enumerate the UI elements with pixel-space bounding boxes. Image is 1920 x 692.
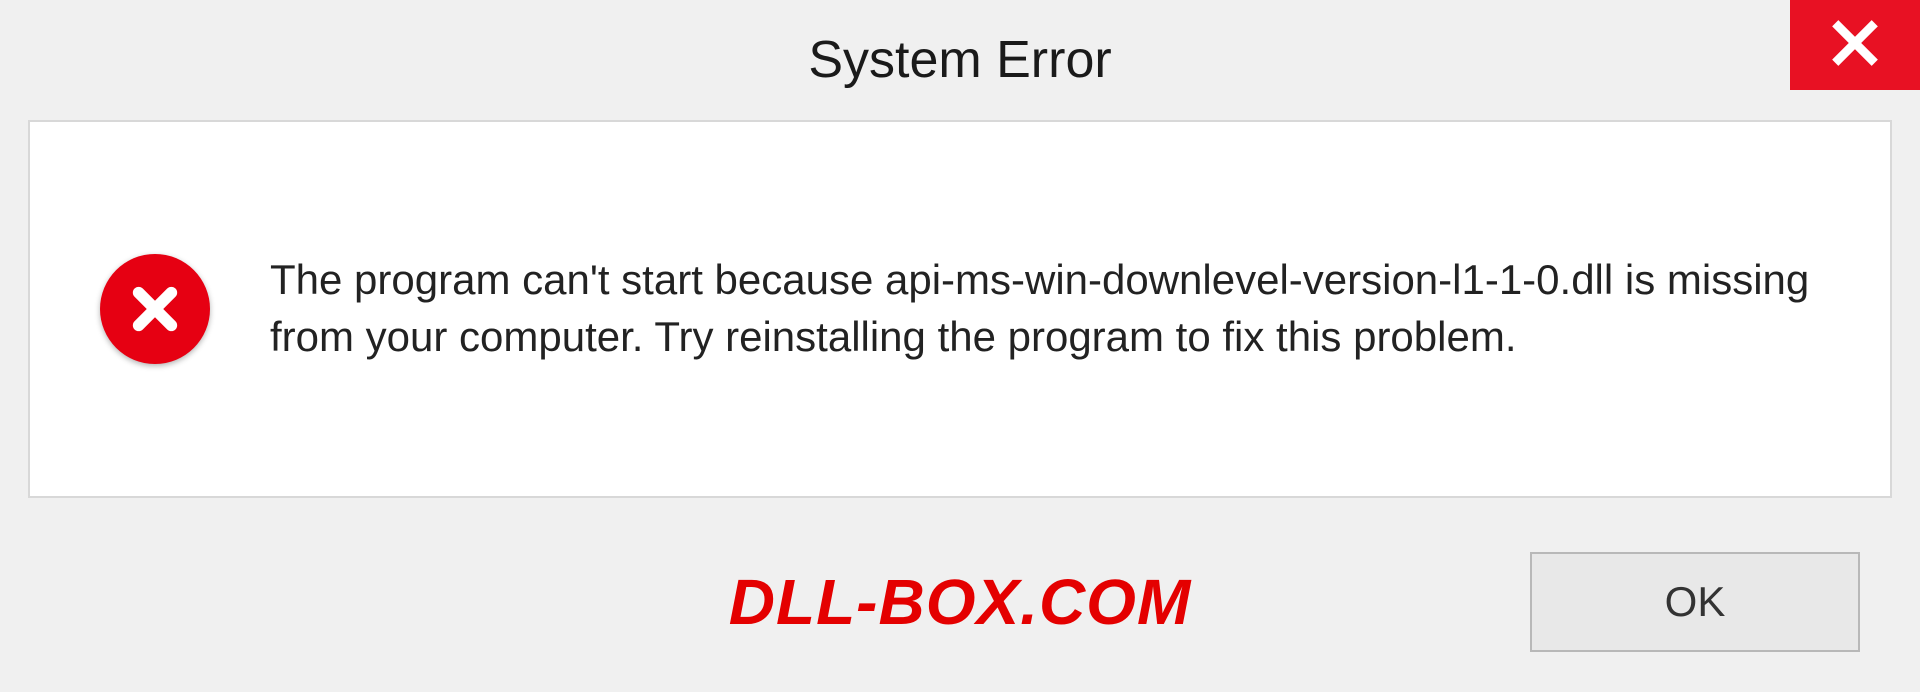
- dialog-footer: DLL-BOX.COM OK: [0, 512, 1920, 692]
- dialog-content: The program can't start because api-ms-w…: [28, 120, 1892, 498]
- error-message: The program can't start because api-ms-w…: [270, 252, 1840, 365]
- ok-button[interactable]: OK: [1530, 552, 1860, 652]
- window-title: System Error: [808, 30, 1111, 90]
- ok-button-label: OK: [1665, 578, 1726, 626]
- close-icon: [1830, 18, 1880, 73]
- titlebar: System Error: [0, 0, 1920, 120]
- watermark-text: DLL-BOX.COM: [729, 565, 1192, 639]
- error-icon: [100, 254, 210, 364]
- close-button[interactable]: [1790, 0, 1920, 90]
